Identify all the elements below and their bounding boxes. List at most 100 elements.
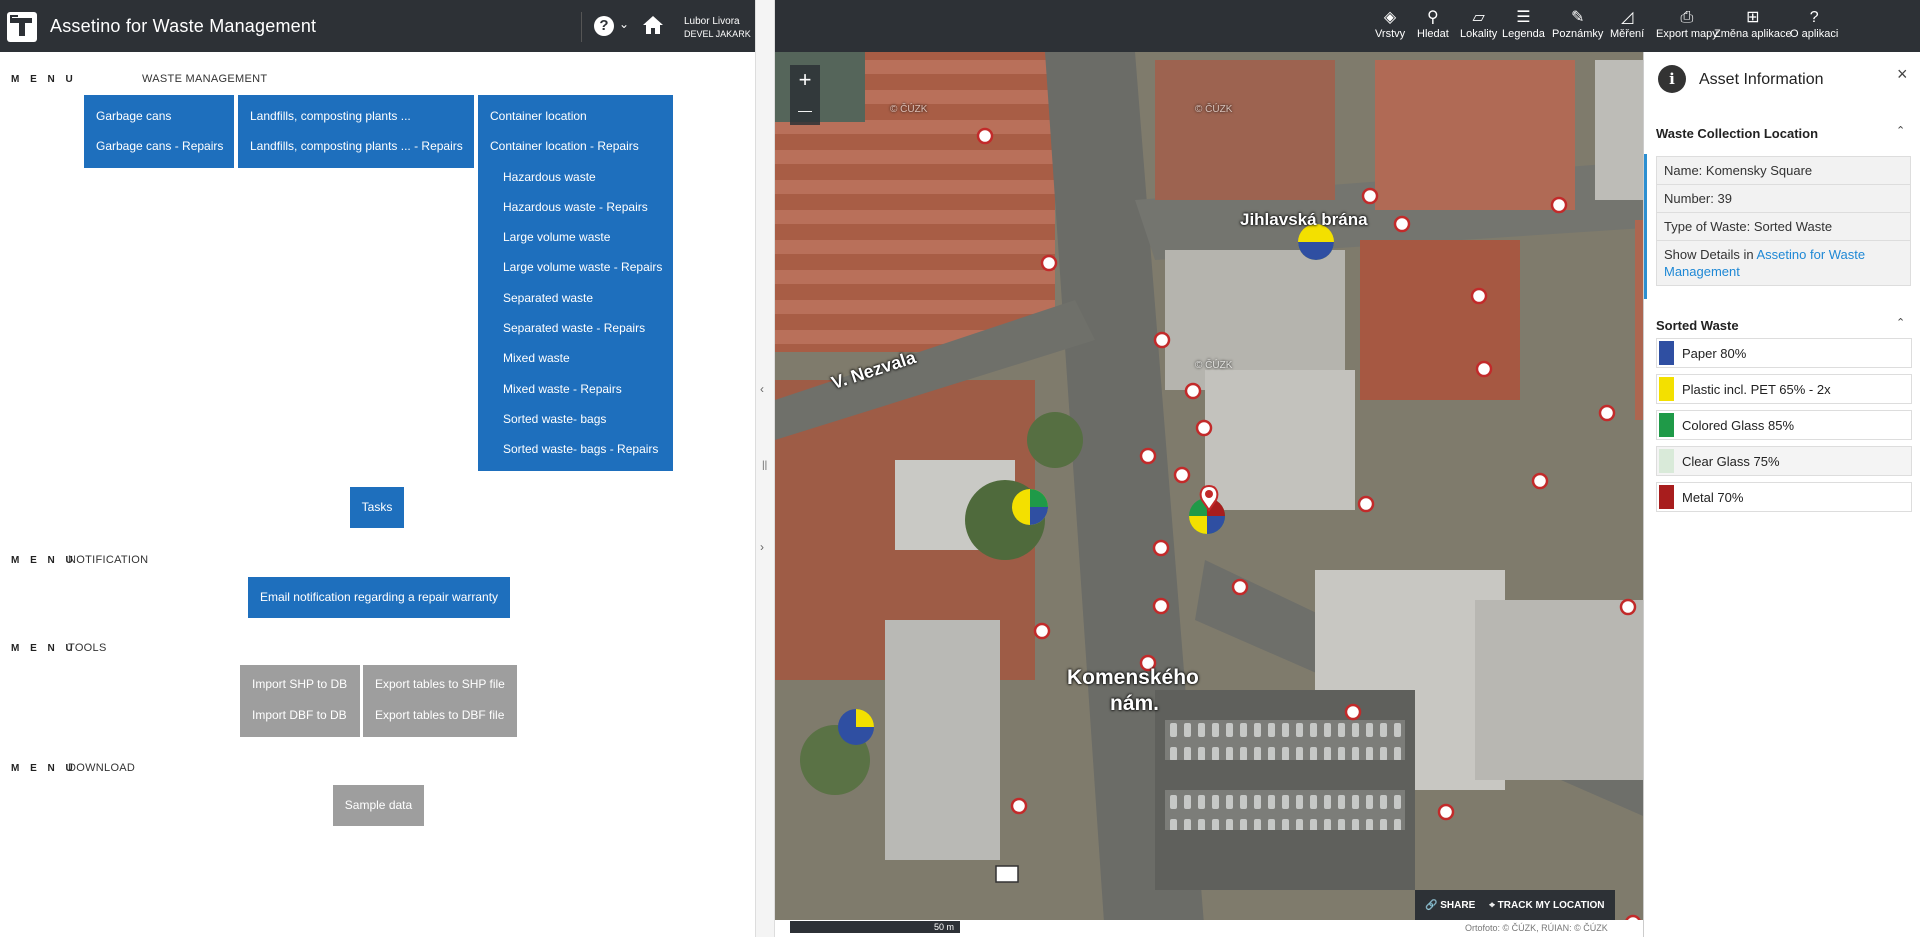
waste-item[interactable]: Metal 70% bbox=[1656, 482, 1912, 512]
toolbar-grid-button[interactable]: ⊞ Změna aplikace bbox=[1714, 8, 1792, 40]
waste-item[interactable]: Paper 80% bbox=[1656, 338, 1912, 368]
waste-label: Plastic incl. PET 65% - 2x bbox=[1682, 382, 1831, 397]
waste-item[interactable]: Clear Glass 75% bbox=[1656, 446, 1912, 476]
marker-nezvala bbox=[1012, 489, 1048, 525]
waste-color-swatch bbox=[1659, 341, 1674, 365]
map-attribution: Ortofoto: © ČÚZK, RÚIAN: © ČÚZK bbox=[1465, 923, 1608, 933]
toolbar-label: Export mapy bbox=[1656, 28, 1718, 40]
collapse-icon[interactable]: ⌃ bbox=[1896, 124, 1905, 137]
marker-left-bottom bbox=[838, 709, 874, 745]
ruler-icon: ◿ bbox=[1620, 9, 1634, 26]
menu-group-container: Container location Container location - … bbox=[478, 95, 673, 471]
menu-item-garbage-cans[interactable]: Garbage cans bbox=[84, 101, 234, 131]
menu-item-hazardous[interactable]: Hazardous waste bbox=[478, 162, 673, 192]
menu-tag: M E N U bbox=[11, 555, 77, 566]
crosshair-icon: ⌖ bbox=[1489, 899, 1495, 911]
collapse-left-icon[interactable]: ‹ bbox=[760, 382, 764, 396]
share-label: SHARE bbox=[1440, 899, 1476, 911]
collapse-icon[interactable]: ⌃ bbox=[1896, 316, 1905, 329]
toolbar-layers-button[interactable]: ◈ Vrstvy bbox=[1375, 8, 1405, 40]
grid-icon: ⊞ bbox=[1746, 9, 1760, 26]
details-prefix: Show Details in bbox=[1664, 247, 1757, 262]
menu-item-sorted-bags[interactable]: Sorted waste- bags bbox=[478, 404, 673, 434]
asset-info-panel: i Asset Information × Waste Collection L… bbox=[1643, 52, 1920, 937]
menu-tag: M E N U bbox=[11, 643, 77, 654]
menu-item-separated-repairs[interactable]: Separated waste - Repairs bbox=[478, 313, 673, 343]
panel-splitter[interactable]: ‹ || › bbox=[755, 0, 775, 937]
menu-group-landfills: Landfills, composting plants ... Landfil… bbox=[238, 95, 474, 168]
scale-bar: 50 m bbox=[790, 921, 960, 933]
drag-handle-icon[interactable]: || bbox=[762, 460, 767, 471]
waste-color-swatch bbox=[1659, 413, 1674, 437]
asset-number: Number: 39 bbox=[1657, 185, 1910, 213]
toolbar-label: Měření bbox=[1610, 28, 1645, 40]
menu-item-container-location[interactable]: Container location bbox=[478, 101, 673, 131]
map-watermark: © ČÚZK bbox=[890, 104, 928, 115]
menu-item-landfills-repairs[interactable]: Landfills, composting plants ... - Repai… bbox=[238, 131, 474, 161]
import-shp-button[interactable]: Import SHP to DB bbox=[240, 669, 360, 700]
asset-info-title: Asset Information bbox=[1699, 71, 1824, 88]
track-location-button[interactable]: ⌖ TRACK MY LOCATION bbox=[1489, 900, 1604, 911]
waste-item[interactable]: Plastic incl. PET 65% - 2x bbox=[1656, 374, 1912, 404]
waste-item[interactable]: Colored Glass 85% bbox=[1656, 410, 1912, 440]
map-label-jihlavska: Jihlavská brána bbox=[1240, 210, 1368, 229]
export-shp-button[interactable]: Export tables to SHP file bbox=[363, 669, 517, 700]
toolbar-label: Změna aplikace bbox=[1714, 28, 1792, 40]
menu-item-hazardous-repairs[interactable]: Hazardous waste - Repairs bbox=[478, 192, 673, 222]
map-watermark: © ČÚZK bbox=[1195, 104, 1233, 115]
menu-tag: M E N U bbox=[11, 763, 77, 774]
app-root: Assetino for Waste Management ? ⌄ Lubor … bbox=[0, 0, 1920, 937]
map-label-nam: nám. bbox=[1110, 692, 1160, 715]
expand-right-icon[interactable]: › bbox=[760, 540, 764, 554]
toolbar-list-button[interactable]: ☰ Legenda bbox=[1502, 8, 1545, 40]
sample-data-button[interactable]: Sample data bbox=[333, 785, 424, 826]
toolbar-help-button[interactable]: ? O aplikaci bbox=[1790, 8, 1838, 40]
toolbar-label: O aplikaci bbox=[1790, 28, 1839, 40]
help-icon[interactable]: ? bbox=[594, 16, 614, 36]
menu-item-mixed-repairs[interactable]: Mixed waste - Repairs bbox=[478, 374, 673, 404]
menu-item-large-volume[interactable]: Large volume waste bbox=[478, 222, 673, 252]
zoom-in-button[interactable]: + bbox=[790, 65, 820, 95]
menu-item-landfills[interactable]: Landfills, composting plants ... bbox=[238, 101, 474, 131]
export-dbf-button[interactable]: Export tables to DBF file bbox=[363, 700, 517, 731]
menu-item-container-location-repairs[interactable]: Container location - Repairs bbox=[478, 131, 673, 161]
toolbar-search-button[interactable]: ⚲ Hledat bbox=[1417, 8, 1449, 40]
left-panel: Assetino for Waste Management ? ⌄ Lubor … bbox=[0, 0, 755, 937]
email-notification-button[interactable]: Email notification regarding a repair wa… bbox=[248, 577, 510, 618]
menu-item-garbage-cans-repairs[interactable]: Garbage cans - Repairs bbox=[84, 131, 234, 161]
pencil-icon: ✎ bbox=[1570, 9, 1585, 26]
sorted-waste-title[interactable]: Sorted Waste bbox=[1656, 318, 1739, 333]
toolbar-label: Legenda bbox=[1502, 28, 1545, 40]
section-tools: TOOLS bbox=[68, 642, 107, 654]
home-icon[interactable] bbox=[641, 14, 665, 36]
share-button[interactable]: 🔗 SHARE bbox=[1425, 900, 1475, 911]
location-section-title[interactable]: Waste Collection Location bbox=[1656, 126, 1818, 141]
toolbar-ruler-button[interactable]: ◿ Měření bbox=[1610, 8, 1644, 40]
list-icon: ☰ bbox=[1516, 9, 1531, 26]
toolbar-pencil-button[interactable]: ✎ Poznámky bbox=[1552, 8, 1603, 40]
waste-label: Metal 70% bbox=[1682, 490, 1744, 505]
zoom-out-button[interactable]: — bbox=[790, 95, 820, 125]
info-icon: i bbox=[1658, 65, 1686, 93]
zoom-control: + — bbox=[790, 65, 820, 125]
toolbar-printer-button[interactable]: ⎙ Export mapy bbox=[1656, 8, 1718, 40]
user-info[interactable]: Lubor Livora DEVEL JAKARK bbox=[684, 15, 751, 41]
section-waste-management: WASTE MANAGEMENT bbox=[142, 73, 268, 85]
toolbar-label: Vrstvy bbox=[1375, 28, 1406, 40]
import-dbf-button[interactable]: Import DBF to DB bbox=[240, 700, 360, 731]
menu-item-sorted-bags-repairs[interactable]: Sorted waste- bags - Repairs bbox=[478, 434, 673, 464]
menu-item-mixed[interactable]: Mixed waste bbox=[478, 343, 673, 373]
chevron-down-icon[interactable]: ⌄ bbox=[619, 17, 629, 31]
asset-info-header: i Asset Information × bbox=[1644, 52, 1920, 104]
tasks-button[interactable]: Tasks bbox=[350, 487, 404, 528]
close-icon[interactable]: × bbox=[1897, 64, 1908, 85]
menu-item-large-volume-repairs[interactable]: Large volume waste - Repairs bbox=[478, 252, 673, 282]
track-label: TRACK MY LOCATION bbox=[1497, 899, 1605, 911]
menu-item-separated[interactable]: Separated waste bbox=[478, 283, 673, 313]
toolbar-polygon-button[interactable]: ▱ Lokality bbox=[1460, 8, 1497, 40]
search-icon: ⚲ bbox=[1427, 9, 1439, 26]
waste-label: Colored Glass 85% bbox=[1682, 418, 1794, 433]
app-header: Assetino for Waste Management ? ⌄ Lubor … bbox=[0, 0, 755, 52]
app-logo[interactable] bbox=[7, 12, 37, 42]
asset-name: Name: Komensky Square bbox=[1657, 157, 1910, 185]
